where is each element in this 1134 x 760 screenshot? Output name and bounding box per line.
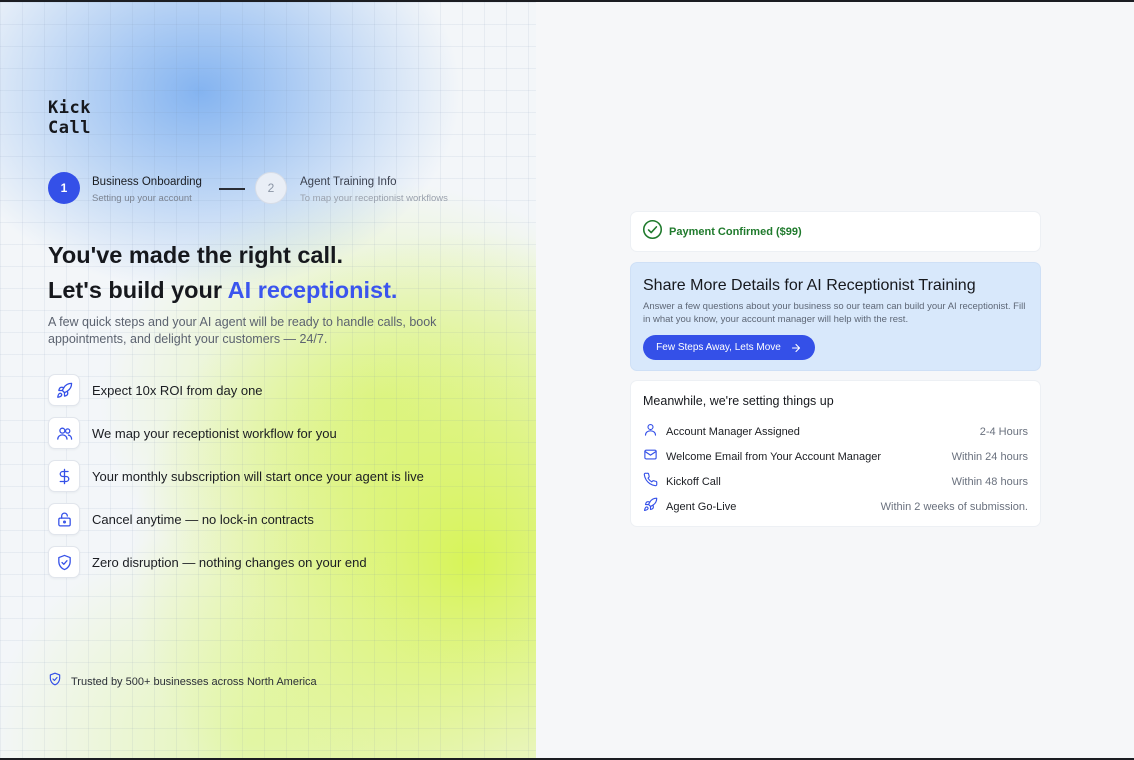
- share-details-card: Share More Details for AI Receptionist T…: [630, 262, 1041, 371]
- rocket-icon: [48, 374, 80, 406]
- step-1-title: Business Onboarding: [92, 176, 202, 188]
- share-card-title: Share More Details for AI Receptionist T…: [643, 277, 976, 294]
- headline-accent: AI receptionist.: [227, 277, 398, 303]
- step-2-subtitle: To map your receptionist workflows: [300, 193, 448, 204]
- phone-icon: [643, 472, 658, 492]
- step-2-title: Agent Training Info: [300, 176, 397, 188]
- kickcall-logo: Kick Call: [48, 98, 91, 138]
- onboarding-stepper: 1 Business Onboarding Setting up your ac…: [48, 172, 488, 204]
- trust-label: Trusted by 500+ businesses across North …: [71, 675, 317, 688]
- step-1-subtitle: Setting up your account: [92, 193, 192, 204]
- setup-row-label: Welcome Email from Your Account Manager: [666, 451, 882, 463]
- logo-line-1: Kick: [48, 98, 91, 118]
- setup-row-label: Account Manager Assigned: [666, 426, 800, 438]
- unlock-icon: [48, 503, 80, 535]
- feature-label: Cancel anytime — no lock-in contracts: [92, 511, 314, 527]
- feature-item: Expect 10x ROI from day one: [48, 374, 263, 406]
- headline-line-1: You've made the right call.: [48, 242, 344, 268]
- setup-row-time: Within 2 weeks of submission.: [880, 501, 1028, 513]
- feature-label: We map your receptionist workflow for yo…: [92, 425, 337, 441]
- few-steps-away-button[interactable]: Few Steps Away, Lets Move: [643, 335, 815, 360]
- feature-label: Expect 10x ROI from day one: [92, 382, 263, 398]
- rocket-icon: [643, 497, 658, 517]
- shield-check-icon: [48, 546, 80, 578]
- payment-status-label: Payment Confirmed ($99): [669, 225, 802, 238]
- setup-row-time: 2-4 Hours: [979, 426, 1028, 438]
- hero-subcopy: A few quick steps and your AI agent will…: [48, 315, 437, 346]
- onboarding-left-panel: Kick Call 1 Business Onboarding Setting …: [0, 2, 536, 758]
- feature-item: Cancel anytime — no lock-in contracts: [48, 503, 314, 535]
- headline-line-2: Let's build your AI receptionist.: [48, 273, 508, 308]
- step-2-indicator[interactable]: 2: [255, 172, 287, 204]
- step-connector: [219, 188, 245, 190]
- setup-row-label: Agent Go-Live: [666, 501, 737, 513]
- dollar-icon: [48, 460, 80, 492]
- setup-row: Welcome Email from Your Account Manager …: [643, 448, 1028, 466]
- feature-label: Zero disruption — nothing changes on you…: [92, 554, 367, 570]
- headline-line-2-prefix: Let's build your: [48, 277, 228, 303]
- hero-headline: You've made the right call. Let's build …: [48, 238, 508, 308]
- feature-item: Zero disruption — nothing changes on you…: [48, 546, 367, 578]
- setup-card-title: Meanwhile, we're setting things up: [643, 394, 834, 408]
- setup-progress-card: Meanwhile, we're setting things up Accou…: [630, 380, 1041, 527]
- mail-icon: [643, 447, 658, 467]
- shield-check-icon: [48, 672, 62, 691]
- setup-row-label: Kickoff Call: [666, 476, 721, 488]
- setup-row-time: Within 48 hours: [951, 476, 1028, 488]
- payment-confirmation-card: Payment Confirmed ($99): [630, 211, 1041, 252]
- arrow-right-icon: [791, 343, 800, 352]
- trust-note: Trusted by 500+ businesses across North …: [48, 672, 317, 691]
- user-icon: [643, 422, 658, 442]
- check-circle-icon: [642, 219, 663, 245]
- feature-item: We map your receptionist workflow for yo…: [48, 417, 337, 449]
- feature-label: Your monthly subscription will start onc…: [92, 468, 424, 484]
- setup-row: Account Manager Assigned 2-4 Hours: [643, 423, 1028, 441]
- onboarding-right-panel: Payment Confirmed ($99) Share More Detai…: [536, 2, 1134, 758]
- setup-row: Kickoff Call Within 48 hours: [643, 472, 1028, 492]
- feature-item: Your monthly subscription will start onc…: [48, 460, 424, 492]
- step-1-indicator[interactable]: 1: [48, 172, 80, 204]
- logo-line-2: Call: [48, 118, 91, 138]
- button-label: Few Steps Away, Lets Move: [656, 342, 781, 353]
- share-card-description: Answer a few questions about your busine…: [643, 301, 1026, 325]
- users-icon: [48, 417, 80, 449]
- setup-row: Agent Go-Live Within 2 weeks of submissi…: [643, 497, 1028, 517]
- setup-row-time: Within 24 hours: [951, 451, 1028, 463]
